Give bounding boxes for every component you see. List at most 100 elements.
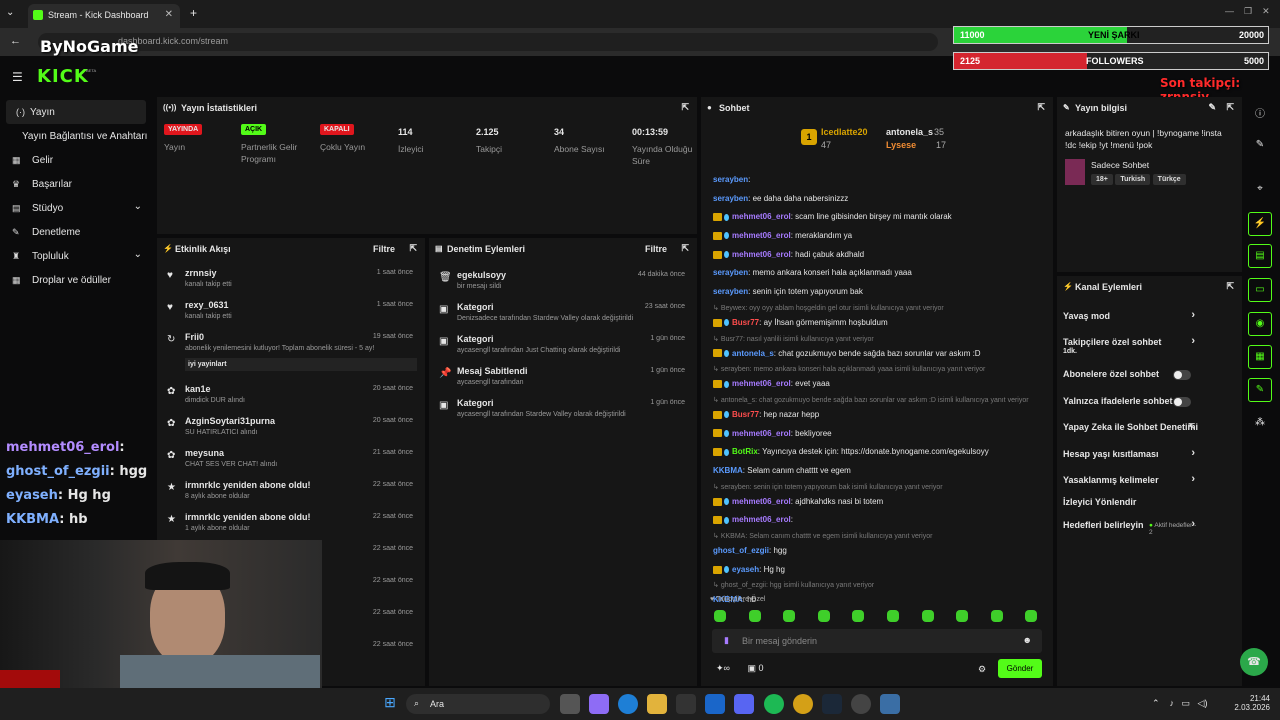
filter-button[interactable]: Filtre [373, 244, 395, 254]
chat-username[interactable]: serayben [713, 287, 748, 296]
chat-icon[interactable]: ▭ [1248, 278, 1272, 302]
back-arrow-icon[interactable]: ← [10, 35, 21, 47]
sidebar-item-yayin[interactable]: (·) Yayın [6, 100, 146, 124]
task-view-icon[interactable] [560, 694, 580, 714]
chat-settings-icon[interactable]: ⚙ [978, 664, 986, 675]
tag[interactable]: Turkish [1115, 174, 1151, 185]
tab-close-icon[interactable]: ✕ [165, 9, 173, 20]
kick-logo[interactable]: KICK [37, 66, 89, 87]
windows-start-icon[interactable]: ⊞ [380, 694, 400, 714]
chat-username[interactable]: serayben [713, 268, 748, 277]
chat-username[interactable]: serayben [713, 175, 748, 184]
browser-tab[interactable]: Stream - Kick Dashboard ✕ [28, 4, 180, 28]
broadcast-icon[interactable]: ◉ [1248, 312, 1272, 336]
tag[interactable]: Türkçe [1152, 174, 1186, 185]
popout-icon[interactable]: ⇱ [681, 243, 689, 254]
followers-only-row[interactable]: Takipçilere özel sohbet 1dk. › [1057, 330, 1199, 356]
url-field[interactable]: dashboard.kick.com/stream [38, 33, 938, 51]
category-name[interactable]: Sadece Sohbet [1091, 160, 1149, 170]
slow-mode-row[interactable]: Yavaş mod › [1057, 304, 1199, 330]
sidebar-item-gelir[interactable]: ▦ Gelir [0, 148, 150, 172]
store-icon[interactable] [676, 694, 696, 714]
edge-icon[interactable] [618, 694, 638, 714]
emote-icon[interactable] [748, 610, 761, 622]
goals-row[interactable]: Hedefleri belirleyin ● Aktif hedefler - 2… [1057, 513, 1199, 539]
emote-icon[interactable] [714, 610, 726, 622]
chat-username[interactable]: KKBMA [713, 466, 743, 475]
support-headset-icon[interactable]: ☎ [1240, 648, 1268, 676]
mail-icon[interactable] [705, 694, 725, 714]
obs-icon[interactable] [851, 694, 871, 714]
filter-button[interactable]: Filtre [645, 244, 667, 254]
taskbar-search[interactable]: ⌕ Ara [406, 694, 550, 714]
emote-icon[interactable] [887, 610, 899, 622]
chat-username[interactable]: Busr77 [732, 410, 759, 419]
bolt-icon[interactable]: ⚡ [1248, 212, 1272, 236]
emote-icon[interactable] [852, 610, 865, 622]
channel-points[interactable]: ✦∞ ▣ 0 [716, 663, 763, 674]
list-icon[interactable]: ▦ [1248, 345, 1272, 369]
ai-moderation-row[interactable]: Yapay Zeka ile Sohbet Denetimi ⇱ [1057, 415, 1199, 441]
tab-list-chevron-icon[interactable]: ⌄ [6, 7, 14, 18]
spotify-icon[interactable] [764, 694, 784, 714]
chat-username[interactable]: mehmet06_erol [732, 231, 791, 240]
popout-icon[interactable]: ⇱ [409, 243, 417, 254]
emote-icon[interactable] [817, 610, 830, 622]
discord-icon[interactable] [734, 694, 754, 714]
emote-icon[interactable] [990, 610, 1003, 622]
subs-only-row[interactable]: Abonelere özel sohbet [1057, 362, 1199, 388]
chat-username[interactable]: ghost_of_ezgii [713, 546, 769, 555]
chat-username[interactable]: mehmet06_erol [732, 250, 791, 259]
window-controls[interactable]: — ❐ ✕ [1225, 6, 1270, 17]
chat-username[interactable]: mehmet06_erol [732, 515, 791, 524]
dots-icon[interactable]: ⁂ [1248, 412, 1272, 436]
sidebar-item-topluluk[interactable]: ♜ Topluluk ⌄ [0, 244, 150, 268]
chrome-icon[interactable] [793, 694, 813, 714]
chat-username[interactable]: serayben [713, 194, 748, 203]
tray-icons[interactable]: ⌃ ♪ ▭ ◁) [1152, 698, 1207, 709]
emoji-icon[interactable]: ☻ [1023, 635, 1032, 645]
focus-icon[interactable]: ⌖ [1248, 178, 1272, 202]
mic-icon[interactable]: ▮ [724, 635, 729, 646]
sidebar-item-droplar[interactable]: ▦ Droplar ve ödüller [0, 268, 150, 292]
app-icon[interactable] [880, 694, 900, 714]
emote-icon[interactable] [956, 610, 969, 622]
send-button[interactable]: Gönder [998, 659, 1042, 678]
popout-icon[interactable]: ⇱ [1226, 102, 1234, 113]
emote-only-toggle[interactable] [1173, 397, 1191, 407]
pencil-icon[interactable]: ✎ [1248, 134, 1272, 158]
edit-icon[interactable]: ✎ [1208, 102, 1216, 113]
chat-username[interactable]: mehmet06_erol [732, 379, 791, 388]
chat-username[interactable]: mehmet06_erol [732, 212, 791, 221]
sidebar-item-stream-key[interactable]: Yayın Bağlantısı ve Anahtarı [0, 124, 150, 148]
file-explorer-icon[interactable] [647, 694, 667, 714]
top-gifter-name[interactable]: Lysese [886, 140, 916, 150]
emote-icon[interactable] [921, 610, 934, 622]
hamburger-menu-icon[interactable]: ☰ [12, 70, 23, 84]
popout-icon[interactable]: ⇱ [681, 102, 689, 113]
subs-only-toggle[interactable] [1173, 370, 1191, 380]
chat-input[interactable]: ▮ Bir mesaj gönderin ☻ [712, 629, 1042, 653]
tag[interactable]: 18+ [1091, 174, 1113, 185]
chat-username[interactable]: antonela_s [732, 349, 774, 358]
top-gifter-name[interactable]: antonela_s [886, 127, 933, 137]
wrench-icon[interactable]: ✎ [1248, 378, 1272, 402]
clock[interactable]: 21:44 2.03.2026 [1232, 694, 1270, 712]
emote-icon[interactable] [783, 610, 796, 622]
sidebar-item-studyo[interactable]: ▤ Stüdyo ⌄ [0, 196, 150, 220]
emote-icon[interactable] [1025, 610, 1038, 622]
chat-username[interactable]: BotRix [732, 447, 758, 456]
emote-only-row[interactable]: Yalnızca ifadelerle sohbet [1057, 389, 1199, 415]
popout-icon[interactable]: ⇱ [1037, 102, 1045, 113]
sidebar-item-basarilar[interactable]: ♛ Başarılar [0, 172, 150, 196]
account-age-row[interactable]: Hesap yaşı kısıtlaması › [1057, 442, 1199, 468]
chat-username[interactable]: eyaseh [732, 565, 759, 574]
document-icon[interactable]: ▤ [1248, 244, 1272, 268]
info-icon[interactable]: ⓘ [1248, 100, 1272, 124]
sidebar-item-denetleme[interactable]: ✎ Denetleme [0, 220, 150, 244]
top-gifter-name[interactable]: Icedlatte20 [821, 127, 868, 137]
copilot-icon[interactable] [589, 694, 609, 714]
chat-username[interactable]: mehmet06_erol [732, 429, 791, 438]
new-tab-icon[interactable]: + [190, 6, 197, 20]
popout-icon[interactable]: ⇱ [1226, 281, 1234, 292]
